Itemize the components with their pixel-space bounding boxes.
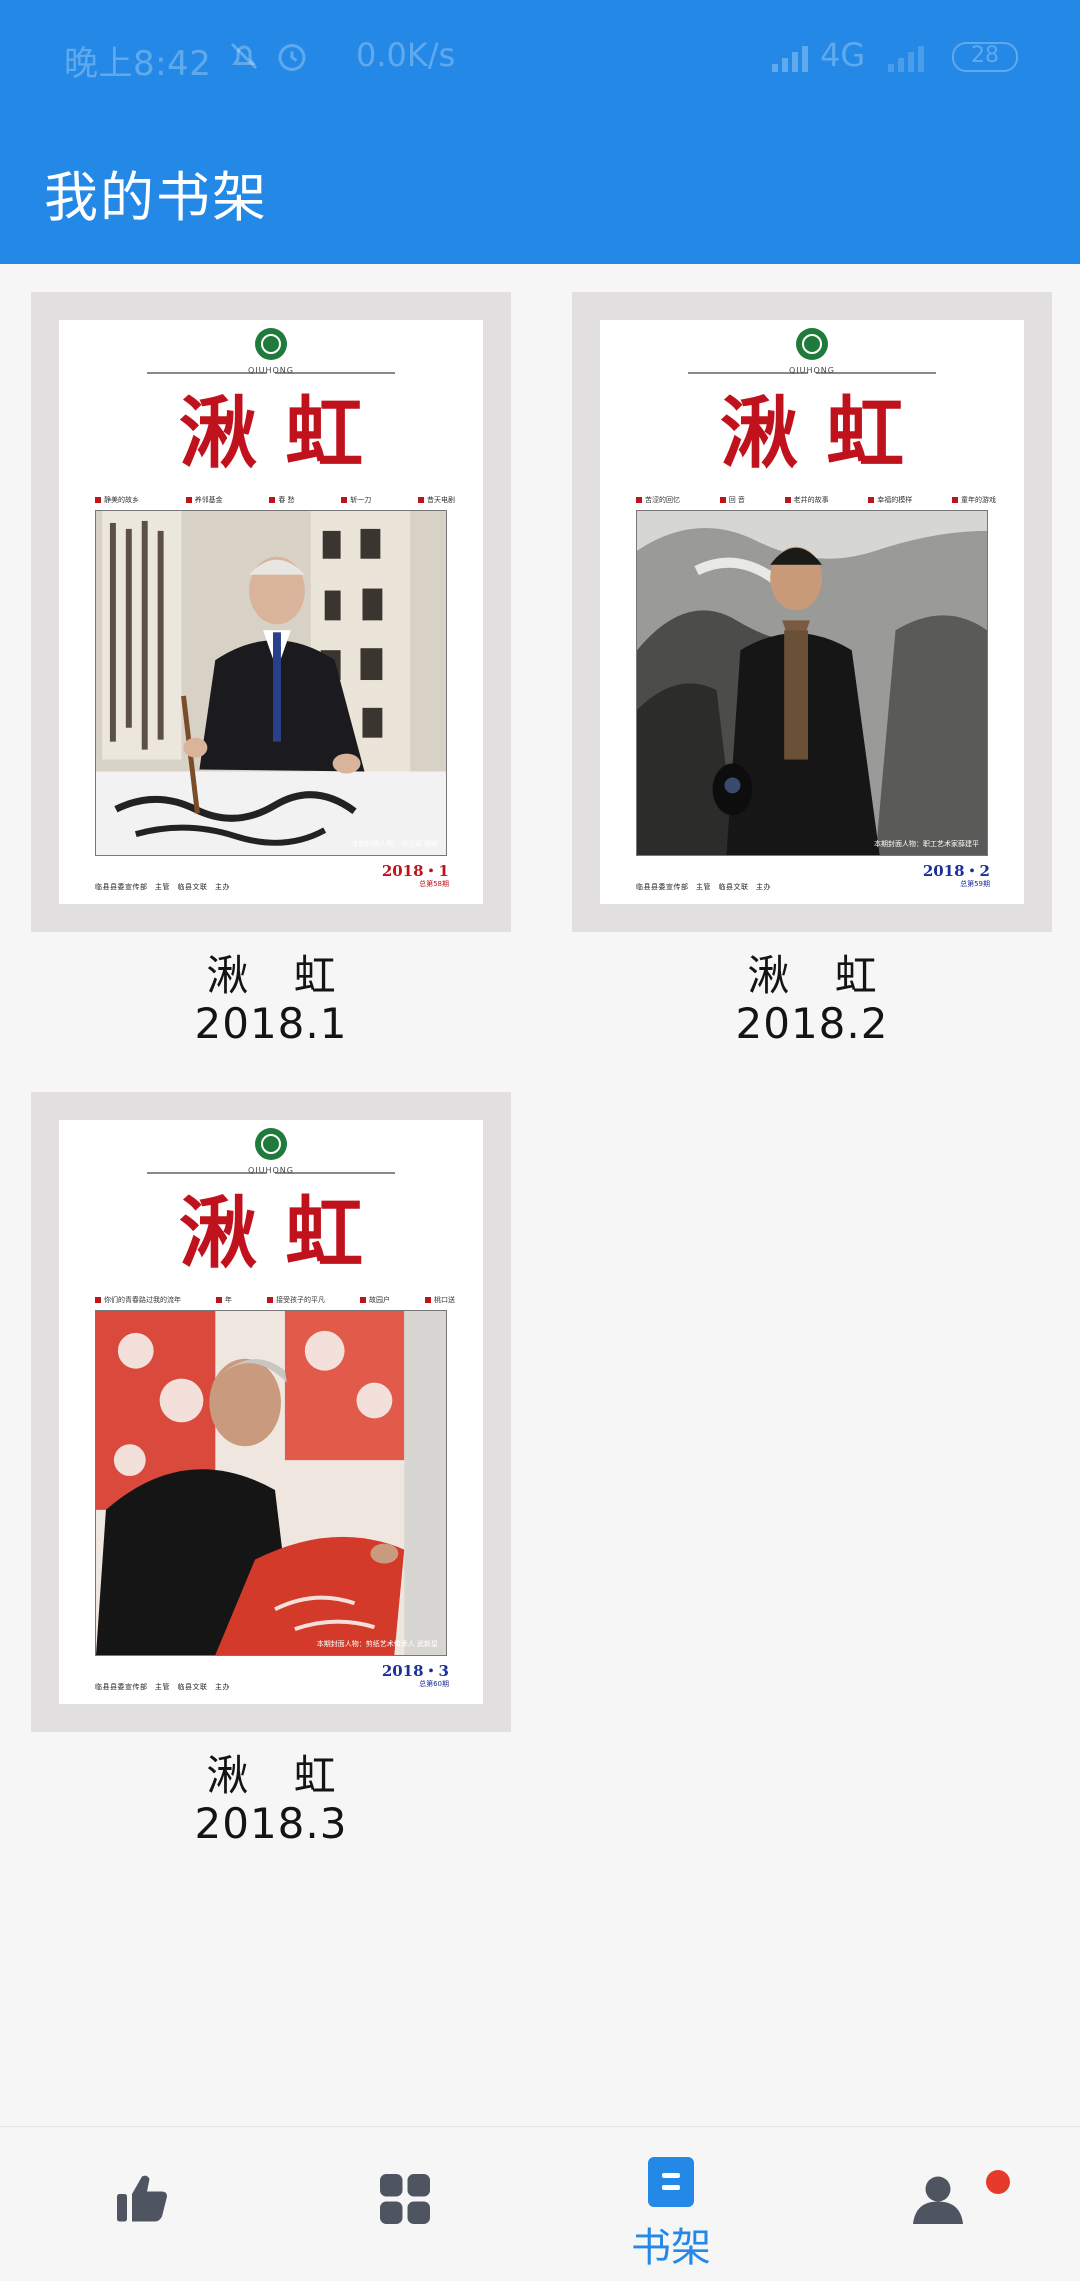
nav-item-bookshelf[interactable]: 书架	[536, 2127, 806, 2281]
bookshelf-icon	[648, 2157, 694, 2207]
logo-icon	[255, 1128, 287, 1160]
cover-topic: 静美的故乡	[95, 495, 139, 505]
nav-item-profile[interactable]	[803, 2127, 1073, 2281]
cover-topics: 苦涩的回忆 回 音 老井的故事 幸福的模样 童年的游戏	[636, 495, 996, 505]
signal-icon	[772, 46, 808, 72]
cover-photo: 本期封面人物：职工艺术家薛建平	[636, 510, 988, 856]
cover-masthead: 湫虹	[178, 1188, 391, 1279]
cover-topic: 你们的青春路过我的流年	[95, 1295, 181, 1305]
status-time: 晚上8:42	[64, 44, 212, 84]
cover-logo-text: QIUHONG	[247, 366, 294, 375]
book-cover[interactable]: QIUHONG 湫虹 苦涩的回忆 回 音 老井的故事 幸福的模样 童年的游戏 本…	[600, 320, 1024, 904]
cover-issue-date: 2018・3	[381, 1662, 449, 1680]
signal-secondary-icon	[888, 46, 924, 72]
cover-photo: 本期封面人物：书法家 杨经	[95, 510, 447, 856]
cover-topic: 春 愁	[269, 495, 294, 505]
book-issue[interactable]: 2018.3	[31, 1798, 511, 1850]
cover-topic: 昔天电剧	[418, 495, 455, 505]
cover-photo-caption: 本期封面人物：书法家 杨经	[351, 840, 438, 848]
logo-icon	[796, 328, 828, 360]
thumbs-up-icon	[117, 2175, 167, 2222]
nav-label-bookshelf: 书架	[631, 2225, 711, 2271]
book-cover[interactable]: QIUHONG 湫虹 你们的青春路过我的流年 年 接受孩子的平凡 故园户 桃口送	[59, 1120, 483, 1704]
network-speed: 0.0K/s	[356, 36, 456, 74]
cover-masthead: 湫虹	[178, 388, 391, 479]
bell-muted-icon	[230, 42, 258, 70]
cover-issue-date: 2018・2	[922, 862, 990, 880]
logo-icon	[255, 328, 287, 360]
status-bar: 晚上8:42 0.0K/s 4G 28	[0, 0, 1080, 120]
book-issue[interactable]: 2018.1	[31, 998, 511, 1050]
battery-indicator: 28	[952, 42, 1018, 72]
cover-topic: 桃口送	[425, 1295, 455, 1305]
network-type: 4G	[820, 36, 866, 74]
cover-photo-caption: 本期封面人物：职工艺术家薛建平	[874, 840, 979, 848]
notification-badge	[986, 2170, 1010, 2194]
cover-topic: 养邻基金	[186, 495, 223, 505]
user-icon	[913, 2176, 963, 2224]
cover-photo: 本期封面人物：剪纸艺术传承人 武新星	[95, 1310, 447, 1656]
book-cover[interactable]: QIUHONG 湫虹 静美的故乡 养邻基金 春 愁 斩一刀 昔天电剧 本期封面人…	[59, 320, 483, 904]
book-title[interactable]: 湫 虹	[31, 950, 511, 1002]
cover-logo-text: QIUHONG	[247, 1166, 294, 1175]
cover-issue-total: 总第60期	[419, 1680, 449, 1688]
nav-item-categories[interactable]	[270, 2127, 540, 2281]
grid-icon	[380, 2174, 430, 2224]
cover-topic: 幸福的模样	[868, 495, 912, 505]
cover-masthead: 湫虹	[719, 388, 932, 479]
cover-publisher: 临县县委宣传部 主管 临县文联 主办	[95, 1683, 230, 1691]
cover-issue-total: 总第58期	[419, 880, 449, 888]
bottom-nav: 书架	[0, 2126, 1080, 2280]
book-title[interactable]: 湫 虹	[572, 950, 1052, 1002]
cover-publisher: 临县县委宣传部 主管 临县文联 主办	[636, 883, 771, 891]
book-cover-frame[interactable]: QIUHONG 湫虹 苦涩的回忆 回 音 老井的故事 幸福的模样 童年的游戏 本…	[572, 292, 1052, 932]
alarm-icon	[278, 44, 306, 71]
cover-topic: 年	[216, 1295, 232, 1305]
cover-topic: 回 音	[720, 495, 745, 505]
cover-logo-text: QIUHONG	[788, 366, 835, 375]
book-issue[interactable]: 2018.2	[572, 998, 1052, 1050]
book-cover-frame[interactable]: QIUHONG 湫虹 你们的青春路过我的流年 年 接受孩子的平凡 故园户 桃口送	[31, 1092, 511, 1732]
book-title[interactable]: 湫 虹	[31, 1750, 511, 1802]
cover-topic: 童年的游戏	[952, 495, 996, 505]
nav-item-recommend[interactable]	[7, 2127, 277, 2281]
cover-issue-date: 2018・1	[381, 862, 449, 880]
cover-topics: 静美的故乡 养邻基金 春 愁 斩一刀 昔天电剧	[95, 495, 455, 505]
cover-publisher: 临县县委宣传部 主管 临县文联 主办	[95, 883, 230, 891]
app-header: 晚上8:42 0.0K/s 4G 28 我的书架	[0, 0, 1080, 264]
cover-topic: 苦涩的回忆	[636, 495, 680, 505]
cover-topic: 故园户	[360, 1295, 390, 1305]
cover-issue-total: 总第59期	[960, 880, 990, 888]
cover-topic: 斩一刀	[341, 495, 371, 505]
page-title: 我的书架	[44, 166, 268, 229]
cover-photo-caption: 本期封面人物：剪纸艺术传承人 武新星	[316, 1640, 438, 1648]
book-cover-frame[interactable]: QIUHONG 湫虹 静美的故乡 养邻基金 春 愁 斩一刀 昔天电剧 本期封面人…	[31, 292, 511, 932]
cover-topic: 接受孩子的平凡	[267, 1295, 325, 1305]
cover-topic: 老井的故事	[785, 495, 829, 505]
cover-topics: 你们的青春路过我的流年 年 接受孩子的平凡 故园户 桃口送	[95, 1295, 455, 1305]
